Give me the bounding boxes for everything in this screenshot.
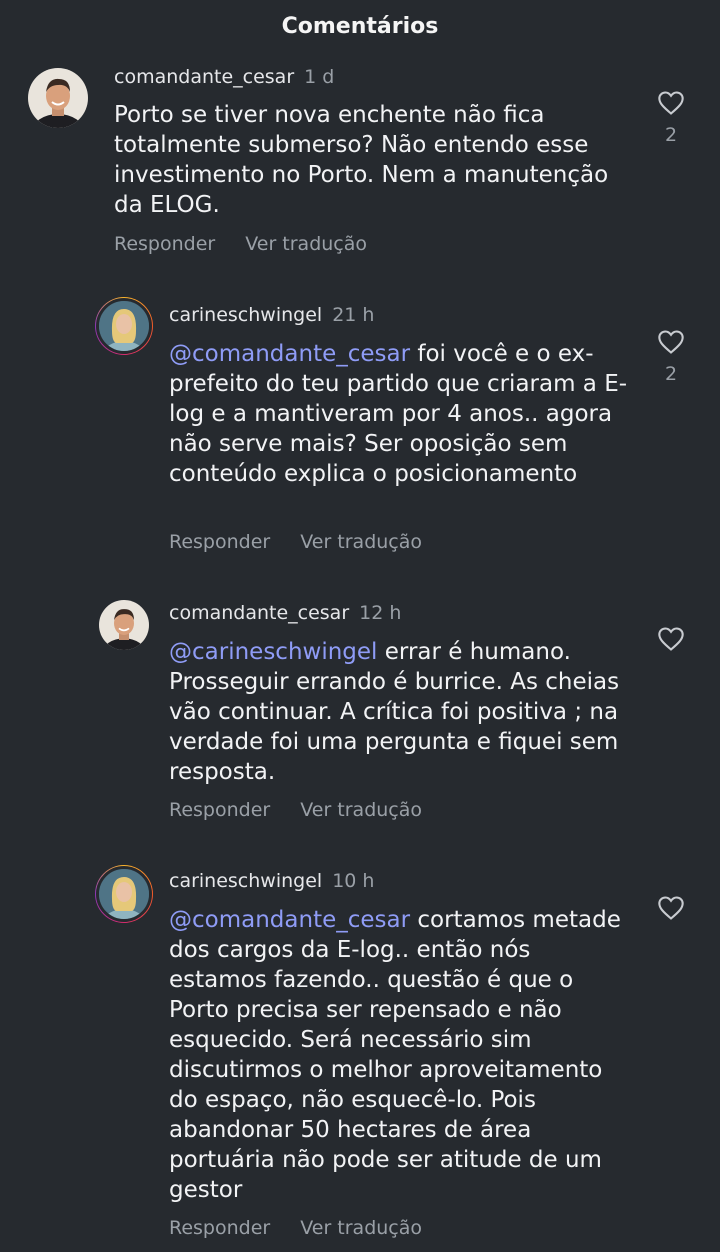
heart-icon[interactable] [657,329,685,355]
translate-button[interactable]: Ver tradução [300,531,422,553]
user-avatar-icon [99,600,149,650]
reply-button[interactable]: Responder [169,531,270,553]
comment-username[interactable]: comandante_cesar [169,602,349,624]
page-title: Comentários [281,13,439,39]
avatar[interactable] [95,297,153,355]
user-avatar-icon [99,869,149,919]
like-control: 2 [654,329,688,385]
comment-text: @comandante_cesar foi você e o ex-prefei… [169,339,629,489]
mention-link[interactable]: @comandante_cesar [169,341,410,367]
comment-timestamp: 12 h [359,602,402,624]
comment-timestamp: 10 h [332,870,375,892]
like-count: 2 [664,363,678,385]
comment-text: Porto se tiver nova enchente não fica to… [114,100,634,220]
translate-button[interactable]: Ver tradução [300,799,422,821]
reply-button[interactable]: Responder [114,233,215,255]
comment-username[interactable]: carineschwingel [169,870,322,892]
comment-username[interactable]: carineschwingel [169,304,322,326]
comment-body: Porto se tiver nova enchente não fica to… [114,102,609,218]
reply-button[interactable]: Responder [169,1217,270,1239]
avatar[interactable] [99,600,149,650]
mention-link[interactable]: @carineschwingel [169,639,377,665]
translate-button[interactable]: Ver tradução [245,233,367,255]
user-avatar-icon [99,301,149,351]
comment-text: @comandante_cesar cortamos metade dos ca… [169,905,629,1205]
comment-username[interactable]: comandante_cesar [114,66,294,88]
heart-icon[interactable] [657,626,685,652]
comment-text: @carineschwingel errar é humano. Prosseg… [169,637,629,787]
avatar[interactable] [95,865,153,923]
comment-timestamp: 1 d [304,66,335,88]
heart-icon[interactable] [657,895,685,921]
like-control [654,895,688,921]
reply-button[interactable]: Responder [169,799,270,821]
comment-body: cortamos metade dos cargos da E-log.. en… [169,907,621,1203]
mention-link[interactable]: @comandante_cesar [169,907,410,933]
like-count: 2 [664,124,678,146]
avatar[interactable] [28,68,88,128]
heart-icon[interactable] [657,90,685,116]
comment-timestamp: 21 h [332,304,375,326]
translate-button[interactable]: Ver tradução [300,1217,422,1239]
like-control [654,626,688,652]
user-avatar-icon [28,68,88,128]
like-control: 2 [654,90,688,146]
